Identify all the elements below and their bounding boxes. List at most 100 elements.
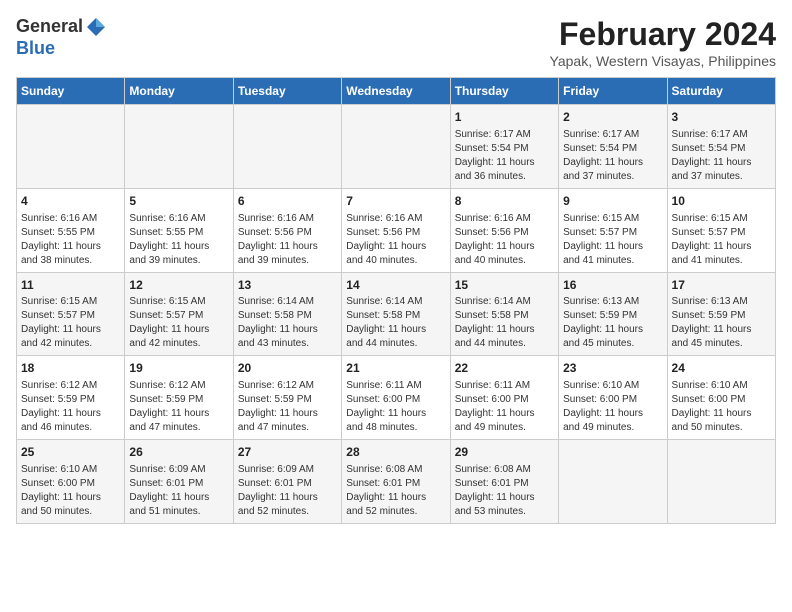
logo-icon — [85, 16, 107, 38]
month-title: February 2024 — [550, 16, 776, 53]
calendar-cell: 14Sunrise: 6:14 AM Sunset: 5:58 PM Dayli… — [342, 272, 450, 356]
col-header-tuesday: Tuesday — [233, 78, 341, 105]
col-header-monday: Monday — [125, 78, 233, 105]
day-number: 28 — [346, 444, 445, 461]
calendar-cell — [559, 440, 667, 524]
day-info: Sunrise: 6:15 AM Sunset: 5:57 PM Dayligh… — [563, 212, 662, 268]
day-info: Sunrise: 6:17 AM Sunset: 5:54 PM Dayligh… — [563, 128, 662, 184]
calendar-cell: 5 Sunrise: 6:16 AM Sunset: 5:55 PM Daylig… — [125, 188, 233, 272]
calendar-cell: 8 Sunrise: 6:16 AM Sunset: 5:56 PM Daylig… — [450, 188, 558, 272]
calendar-week-5: 25 Sunrise: 6:10 AM Sunset: 6:00 PM Dayli… — [17, 440, 776, 524]
day-info: Sunrise: 6:15 AM Sunset: 5:57 PM Dayligh… — [129, 295, 228, 351]
day-info: Sunrise: 6:10 AM Sunset: 6:00 PM Dayligh… — [21, 463, 120, 519]
day-number: 14 — [346, 277, 445, 294]
day-info: Sunrise: 6:14 AM Sunset: 5:58 PM Dayligh… — [238, 295, 337, 351]
day-info: Sunrise: 6:16 AM Sunset: 5:55 PM Dayligh… — [21, 212, 120, 268]
day-info: Sunrise: 6:14 AM Sunset: 5:58 PM Dayligh… — [346, 295, 445, 351]
day-info: Sunrise: 6:12 AM Sunset: 5:59 PM Dayligh… — [129, 379, 228, 435]
calendar-body: 1Sunrise: 6:17 AM Sunset: 5:54 PM Daylig… — [17, 105, 776, 524]
calendar-cell — [125, 105, 233, 189]
calendar-cell: 16Sunrise: 6:13 AM Sunset: 5:59 PM Dayli… — [559, 272, 667, 356]
calendar-cell: 20Sunrise: 6:12 AM Sunset: 5:59 PM Dayli… — [233, 356, 341, 440]
day-info: Sunrise: 6:10 AM Sunset: 6:00 PM Dayligh… — [563, 379, 662, 435]
day-number: 11 — [21, 277, 120, 294]
calendar-header-row: SundayMondayTuesdayWednesdayThursdayFrid… — [17, 78, 776, 105]
calendar-cell: 7Sunrise: 6:16 AM Sunset: 5:56 PM Daylig… — [342, 188, 450, 272]
day-number: 19 — [129, 360, 228, 377]
day-info: Sunrise: 6:09 AM Sunset: 6:01 PM Dayligh… — [129, 463, 228, 519]
day-info: Sunrise: 6:13 AM Sunset: 5:59 PM Dayligh… — [563, 295, 662, 351]
calendar-week-1: 1Sunrise: 6:17 AM Sunset: 5:54 PM Daylig… — [17, 105, 776, 189]
day-info: Sunrise: 6:17 AM Sunset: 5:54 PM Dayligh… — [455, 128, 554, 184]
day-number: 23 — [563, 360, 662, 377]
calendar-cell: 3Sunrise: 6:17 AM Sunset: 5:54 PM Daylig… — [667, 105, 775, 189]
calendar-week-2: 4Sunrise: 6:16 AM Sunset: 5:55 PM Daylig… — [17, 188, 776, 272]
logo-blue: Blue — [16, 38, 107, 60]
day-info: Sunrise: 6:16 AM Sunset: 5:55 PM Dayligh… — [129, 212, 228, 268]
day-info: Sunrise: 6:10 AM Sunset: 6:00 PM Dayligh… — [672, 379, 771, 435]
calendar-cell: 2 Sunrise: 6:17 AM Sunset: 5:54 PM Daylig… — [559, 105, 667, 189]
calendar-cell: 23 Sunrise: 6:10 AM Sunset: 6:00 PM Dayli… — [559, 356, 667, 440]
calendar-cell — [233, 105, 341, 189]
calendar-cell: 21 Sunrise: 6:11 AM Sunset: 6:00 PM Dayli… — [342, 356, 450, 440]
calendar-cell: 25 Sunrise: 6:10 AM Sunset: 6:00 PM Dayli… — [17, 440, 125, 524]
day-info: Sunrise: 6:15 AM Sunset: 5:57 PM Dayligh… — [21, 295, 120, 351]
day-info: Sunrise: 6:14 AM Sunset: 5:58 PM Dayligh… — [455, 295, 554, 351]
col-header-wednesday: Wednesday — [342, 78, 450, 105]
day-info: Sunrise: 6:09 AM Sunset: 6:01 PM Dayligh… — [238, 463, 337, 519]
calendar-cell: 29 Sunrise: 6:08 AM Sunset: 6:01 PM Dayli… — [450, 440, 558, 524]
calendar-cell: 15Sunrise: 6:14 AM Sunset: 5:58 PM Dayli… — [450, 272, 558, 356]
location: Yapak, Western Visayas, Philippines — [550, 53, 776, 69]
calendar-cell — [667, 440, 775, 524]
day-info: Sunrise: 6:13 AM Sunset: 5:59 PM Dayligh… — [672, 295, 771, 351]
calendar-cell: 19 Sunrise: 6:12 AM Sunset: 5:59 PM Dayli… — [125, 356, 233, 440]
col-header-saturday: Saturday — [667, 78, 775, 105]
day-number: 25 — [21, 444, 120, 461]
day-info: Sunrise: 6:16 AM Sunset: 5:56 PM Dayligh… — [346, 212, 445, 268]
day-number: 8 — [455, 193, 554, 210]
calendar-week-3: 11Sunrise: 6:15 AM Sunset: 5:57 PM Dayli… — [17, 272, 776, 356]
day-number: 16 — [563, 277, 662, 294]
day-info: Sunrise: 6:16 AM Sunset: 5:56 PM Dayligh… — [455, 212, 554, 268]
calendar-cell: 11Sunrise: 6:15 AM Sunset: 5:57 PM Dayli… — [17, 272, 125, 356]
calendar-cell: 18Sunrise: 6:12 AM Sunset: 5:59 PM Dayli… — [17, 356, 125, 440]
day-number: 27 — [238, 444, 337, 461]
day-number: 10 — [672, 193, 771, 210]
calendar-cell: 1Sunrise: 6:17 AM Sunset: 5:54 PM Daylig… — [450, 105, 558, 189]
col-header-thursday: Thursday — [450, 78, 558, 105]
day-info: Sunrise: 6:11 AM Sunset: 6:00 PM Dayligh… — [455, 379, 554, 435]
calendar-cell: 28Sunrise: 6:08 AM Sunset: 6:01 PM Dayli… — [342, 440, 450, 524]
calendar-week-4: 18 Sunrise: 6:12 AM Sunset: 5:59 PM Dayli… — [17, 356, 776, 440]
day-number: 13 — [238, 277, 337, 294]
page-header: General Blue February 2024 Yapak, Wester… — [16, 16, 776, 69]
day-number: 21 — [346, 360, 445, 377]
day-number: 9 — [563, 193, 662, 210]
calendar-cell — [17, 105, 125, 189]
day-number: 29 — [455, 444, 554, 461]
day-info: Sunrise: 6:12 AM Sunset: 5:59 PM Dayligh… — [238, 379, 337, 435]
col-header-friday: Friday — [559, 78, 667, 105]
calendar-cell: 12Sunrise: 6:15 AM Sunset: 5:57 PM Dayli… — [125, 272, 233, 356]
calendar-cell — [342, 105, 450, 189]
day-info: Sunrise: 6:15 AM Sunset: 5:57 PM Dayligh… — [672, 212, 771, 268]
calendar-table: SundayMondayTuesdayWednesdayThursdayFrid… — [16, 77, 776, 524]
calendar-cell: 24Sunrise: 6:10 AM Sunset: 6:00 PM Dayli… — [667, 356, 775, 440]
day-number: 18 — [21, 360, 120, 377]
calendar-cell: 27 Sunrise: 6:09 AM Sunset: 6:01 PM Dayli… — [233, 440, 341, 524]
day-number: 3 — [672, 109, 771, 126]
day-info: Sunrise: 6:16 AM Sunset: 5:56 PM Dayligh… — [238, 212, 337, 268]
day-info: Sunrise: 6:11 AM Sunset: 6:00 PM Dayligh… — [346, 379, 445, 435]
day-number: 6 — [238, 193, 337, 210]
logo-general: General — [16, 16, 83, 36]
day-number: 5 — [129, 193, 228, 210]
calendar-cell: 6 Sunrise: 6:16 AM Sunset: 5:56 PM Daylig… — [233, 188, 341, 272]
title-block: February 2024 Yapak, Western Visayas, Ph… — [550, 16, 776, 69]
day-number: 2 — [563, 109, 662, 126]
calendar-cell: 22Sunrise: 6:11 AM Sunset: 6:00 PM Dayli… — [450, 356, 558, 440]
day-number: 26 — [129, 444, 228, 461]
day-info: Sunrise: 6:08 AM Sunset: 6:01 PM Dayligh… — [455, 463, 554, 519]
logo: General Blue — [16, 16, 107, 60]
day-number: 15 — [455, 277, 554, 294]
day-number: 17 — [672, 277, 771, 294]
calendar-cell: 13Sunrise: 6:14 AM Sunset: 5:58 PM Dayli… — [233, 272, 341, 356]
